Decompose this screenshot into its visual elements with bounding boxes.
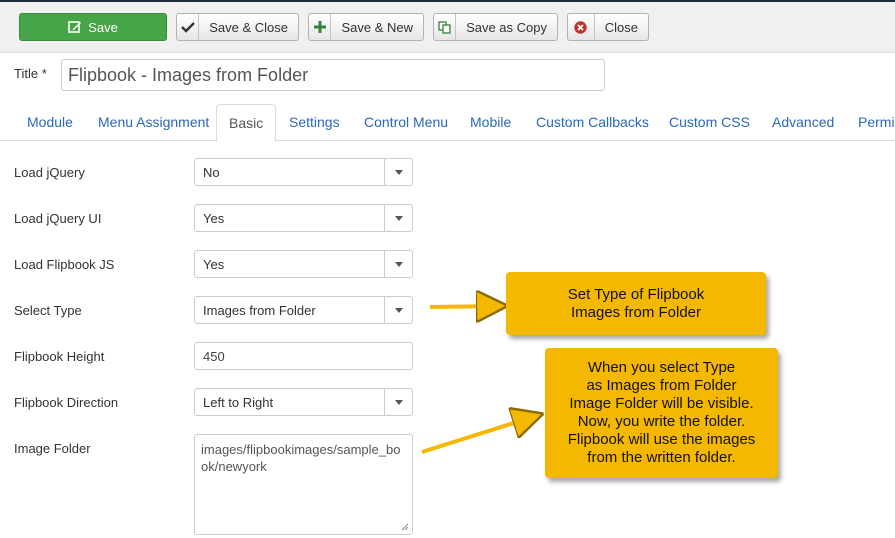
callout-folder-line: When you select Type xyxy=(587,359,736,376)
callout-folder-line: Image Folder will be visible. xyxy=(569,395,754,412)
arrow-to-image-folder xyxy=(421,416,536,454)
callout-folder-line: Now, you write the folder. xyxy=(577,413,746,430)
callout-folder-line: Flipbook will use the images xyxy=(567,431,756,448)
callout-type-line: Set Type of Flipbook xyxy=(567,285,705,303)
callout-select-type: Set Type of Flipbook Images from Folder xyxy=(506,272,766,335)
callout-folder-line: as Images from Folder xyxy=(586,377,737,394)
callout-type-line: Images from Folder xyxy=(570,303,702,321)
callout-folder-line: from the written folder. xyxy=(587,449,736,466)
arrow-to-select-type xyxy=(429,306,500,307)
callout-image-folder: When you select Type as Images from Fold… xyxy=(545,348,778,478)
